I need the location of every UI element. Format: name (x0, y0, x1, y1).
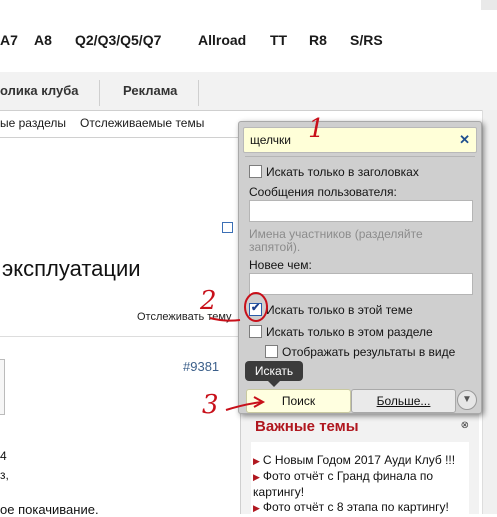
annotation-overlay (209, 292, 268, 411)
annotation-stroke (209, 317, 241, 322)
annotation-circle (244, 292, 268, 322)
